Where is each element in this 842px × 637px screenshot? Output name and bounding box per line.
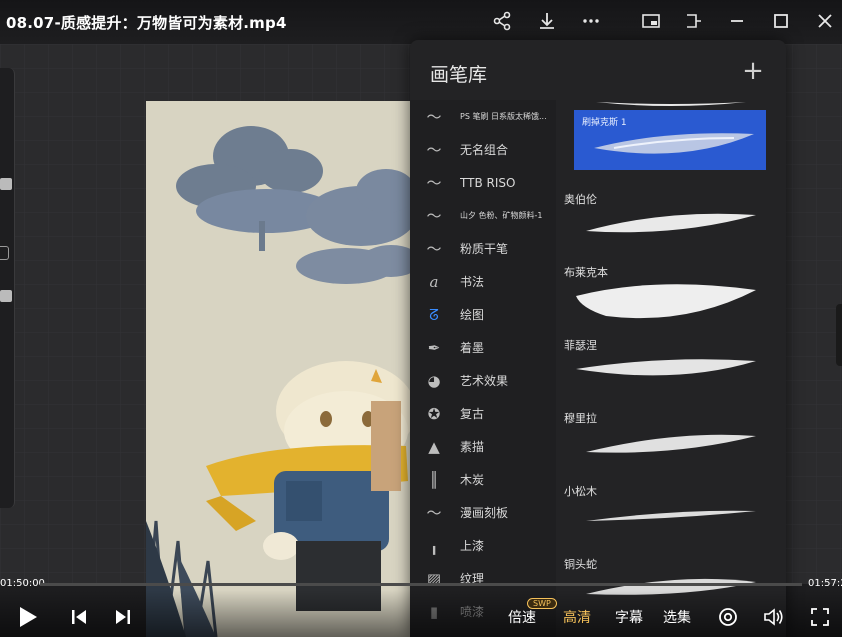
total-time: 01:57:2 [808,578,842,589]
play-icon [20,606,37,627]
current-time: 01:50:00 [0,578,45,589]
brush-item[interactable]: 小松木 [556,477,786,550]
share-icon[interactable] [489,8,515,34]
brush-set-item[interactable]: ◕ 艺术效果 [410,364,556,397]
brush-set-item[interactable]: ╻ 上漆 [410,529,556,562]
video-title: 08.07-质感提升：万物皆可为素材.mp4 [6,14,287,32]
brush-stroke-preview [576,284,756,319]
brush-stroke-preview [586,510,756,521]
brush-set-item[interactable]: 〜粉质干笔 [410,232,556,265]
selected-brush[interactable]: 刷掉克斯 1 [574,110,766,170]
charcoal-icon: ║ [429,470,439,489]
brush-item[interactable]: 穆里拉 [556,404,786,477]
next-icon [116,609,130,624]
brush-item[interactable]: 奥伯伦 [556,185,786,258]
brush-stroke-icon: 〜 [426,108,442,126]
add-brush-set-button[interactable]: + [740,56,766,86]
episodes-button[interactable]: 选集 [658,596,696,637]
brush-set-item[interactable]: 〜山夕 色粉、矿物颜料-1 [410,199,556,232]
brush-set-item[interactable]: a 书法 [410,265,556,298]
brush-stroke-icon: 〜 [426,141,442,159]
brush-set-item[interactable]: ✒ 着墨 [410,331,556,364]
brush-stroke-icon: 〜 [426,174,442,192]
settings-icon [719,607,737,626]
play-button[interactable] [14,596,42,637]
brush-item[interactable]: 布莱克本 [556,258,786,331]
brush-stroke-preview [586,213,756,233]
drawing-icon: ᘔ [429,305,439,324]
previous-icon [72,609,86,624]
calligraphy-icon: a [429,272,439,291]
fullscreen-icon [811,607,829,626]
more-icon[interactable] [578,8,604,34]
brush-set-item[interactable]: 〜漫画刻板 [410,496,556,529]
brush-set-item[interactable]: ▲ 素描 [410,430,556,463]
star-badge-icon: ✪ [427,404,441,423]
brush-stroke-preview [576,359,756,376]
picture-in-picture-icon[interactable] [638,8,664,34]
brush-set-item[interactable]: 〜无名组合 [410,133,556,166]
fullscreen-button[interactable] [806,596,834,637]
brush-set-item[interactable]: ║ 木炭 [410,463,556,496]
brush-set-item[interactable]: 〜 TTB RISO [410,166,556,199]
palette-icon: ◕ [427,371,441,390]
download-icon[interactable] [534,8,560,34]
maximize-icon[interactable] [768,8,794,34]
brush-set-item[interactable]: 〜 PS 笔刷 日系版太稀饿... [410,100,556,133]
brush-stroke-preview [586,434,756,453]
subtitle-button[interactable]: 字幕 [610,596,648,637]
brush-library-title: 画笔库 [430,64,488,86]
pin-top-icon[interactable] [680,8,706,34]
volume-button[interactable] [760,596,788,637]
progress-bar[interactable] [40,583,802,586]
brush-set-item[interactable]: ✪ 复古 [410,397,556,430]
brush-stroke-icon: 〜 [426,240,442,258]
brush-library-panel: 画笔库 + 〜 PS 笔刷 日系版太稀饿... 〜无名组合 〜 TTB RISO 〜… [410,40,786,637]
side-toolbar [0,68,15,508]
brush-stroke-preview [594,133,754,154]
brush-list: 奥伯伦 布莱克本 菲瑟涅 穆里拉 小松木 铜头蛇 [556,100,786,637]
next-button[interactable] [110,596,136,637]
paint-brush-icon: ╻ [429,536,439,555]
brush-set-item[interactable]: ᘔ 绘图 [410,298,556,331]
close-icon[interactable] [812,8,838,34]
brush-set-list: 〜 PS 笔刷 日系版太稀饿... 〜无名组合 〜 TTB RISO 〜山夕 色粉、… [410,100,556,637]
settings-button[interactable] [714,596,742,637]
brush-stroke-icon: 〜 [426,504,442,522]
volume-icon [764,607,783,626]
minimize-icon[interactable] [724,8,750,34]
opacity-slider[interactable] [0,290,12,302]
speed-badge: SWP [527,598,557,609]
previous-button[interactable] [66,596,92,637]
modify-button[interactable] [0,246,9,260]
brush-stroke-icon: 〜 [426,207,442,225]
ink-pen-icon: ✒ [427,338,441,357]
brush-size-slider[interactable] [0,178,12,190]
quality-button[interactable]: 高清 [558,596,596,637]
pencil-tip-icon: ▲ [428,437,440,456]
side-handle[interactable] [836,304,842,366]
artwork-canvas[interactable] [146,101,416,637]
brush-item[interactable]: 菲瑟涅 [556,331,786,404]
